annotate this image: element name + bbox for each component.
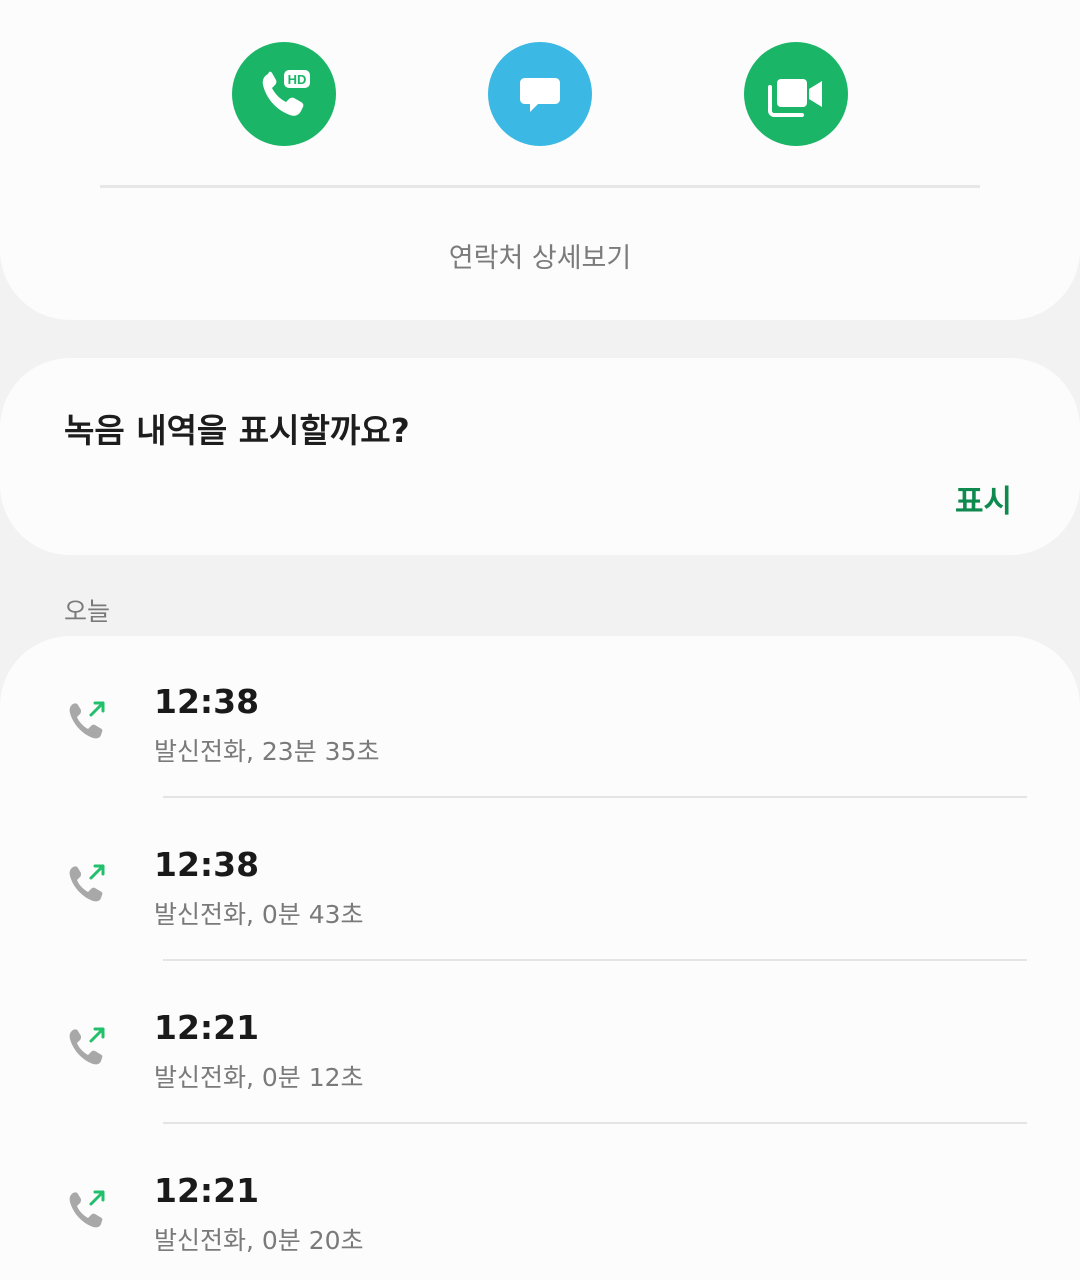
row-divider [163,959,1027,961]
outgoing-call-icon [69,864,105,902]
video-camera-icon [768,79,822,117]
call-time: 12:38 [154,845,260,884]
call-detail: 발신전화, 0분 43초 [154,900,364,929]
outgoing-call-icon [69,1027,105,1065]
call-detail: 발신전화, 23분 35초 [154,737,380,766]
call-log-item[interactable]: 12:21 발신전화, 0분 12초 [0,962,1080,1124]
video-call-button[interactable] [744,42,848,146]
contact-details-link[interactable]: 연락처 상세보기 [0,236,1080,275]
call-time: 12:21 [154,1171,260,1210]
show-recordings-button[interactable]: 표시 [955,476,1012,521]
phone-hd-icon: HD [262,70,310,116]
hd-voice-call-button[interactable]: HD [232,42,336,146]
call-detail: 발신전화, 0분 20초 [154,1226,364,1255]
outgoing-call-icon [69,701,105,739]
hd-badge: HD [288,72,307,87]
recording-question: 녹음 내역을 표시할까요? [64,411,410,450]
call-log-item[interactable]: 12:38 발신전화, 0분 43초 [0,799,1080,961]
outgoing-call-icon [69,1190,105,1228]
message-button[interactable] [488,42,592,146]
call-log-item[interactable]: 12:21 발신전화, 0분 20초 [0,1125,1080,1280]
section-header-today: 오늘 [64,597,111,626]
row-divider [163,796,1027,798]
call-time: 12:38 [154,682,260,721]
call-history-list: 12:38 발신전화, 23분 35초 12:38 발신전화, 0분 43초 1… [0,636,1080,1280]
contact-actions-card: HD 연락처 상세보기 [0,0,1080,320]
call-log-item[interactable]: 12:38 발신전화, 23분 35초 [0,636,1080,798]
call-time: 12:21 [154,1008,260,1047]
recording-prompt-card: 녹음 내역을 표시할까요? 표시 [0,358,1080,555]
call-detail: 발신전화, 0분 12초 [154,1063,364,1092]
message-icon [520,78,560,112]
row-divider [163,1122,1027,1124]
actions-divider [100,185,980,188]
